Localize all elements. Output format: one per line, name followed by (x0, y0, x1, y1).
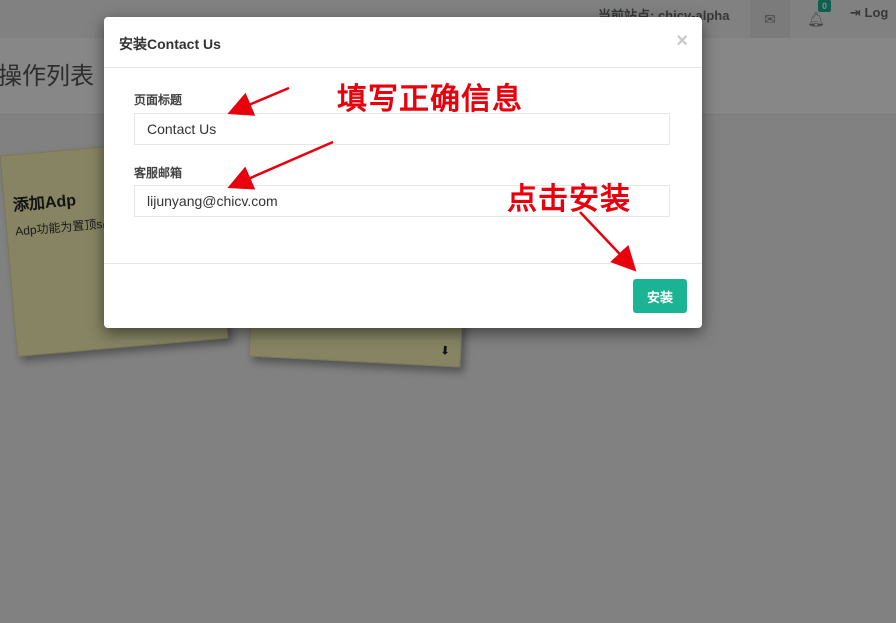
arrow-to-title-field (227, 86, 290, 116)
arrow-to-install-button (579, 211, 637, 272)
annotation-arrows (227, 86, 637, 272)
arrow-to-email-field (227, 140, 334, 190)
